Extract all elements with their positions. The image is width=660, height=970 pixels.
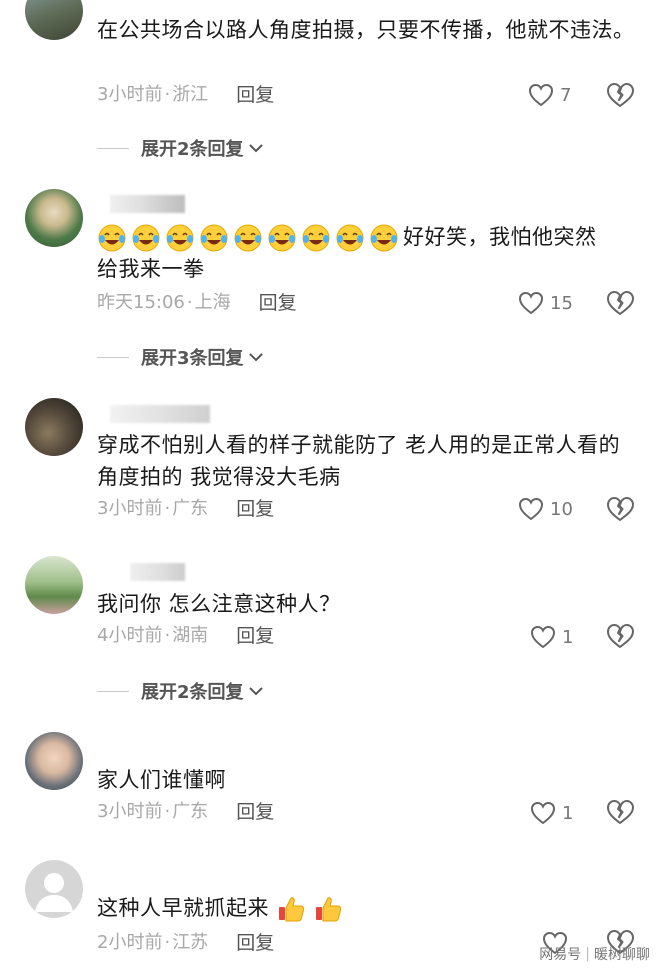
comment-location: 广东 xyxy=(172,498,209,519)
comment-text-line2: 给我来一拳 xyxy=(97,257,205,281)
expand-label: 展开2条回复 xyxy=(141,682,244,703)
comment-time: 4小时前 xyxy=(97,625,163,646)
like-count: 1 xyxy=(562,802,574,824)
comment-time: 3小时前 xyxy=(97,801,163,822)
watermark-divider: | xyxy=(585,946,590,962)
username-redacted xyxy=(130,563,185,581)
laugh-cry-emoji-icon xyxy=(98,224,126,252)
comment-text: 好好笑，我怕他突然 给我来一拳 xyxy=(97,221,637,285)
like-button[interactable]: 7 xyxy=(528,80,571,110)
emoji-row xyxy=(97,223,399,253)
avatar[interactable] xyxy=(25,732,83,790)
comment-time: 昨天15:06 xyxy=(97,292,185,313)
like-button[interactable]: 1 xyxy=(530,622,573,652)
reply-button[interactable]: 回复 xyxy=(236,81,274,109)
reply-button[interactable]: 回复 xyxy=(236,622,274,650)
like-count: 10 xyxy=(550,498,573,520)
like-button[interactable]: 10 xyxy=(518,494,573,524)
like-button[interactable]: 1 xyxy=(530,798,573,828)
heart-outline-icon xyxy=(530,625,556,649)
like-button[interactable]: 15 xyxy=(518,288,573,318)
expand-divider xyxy=(97,690,129,692)
laugh-cry-emoji-icon xyxy=(268,224,296,252)
comment-text-line1: 好好笑，我怕他突然 xyxy=(403,225,597,249)
avatar-default[interactable] xyxy=(25,860,83,918)
comment-meta: 昨天15:06 · 上海 回复 xyxy=(97,289,297,317)
expand-label: 展开2条回复 xyxy=(141,139,244,160)
comment-meta: 3小时前 · 广东 回复 xyxy=(97,495,274,523)
comment-location: 广东 xyxy=(172,801,209,822)
comment-text: 在公共场合以路人角度拍摄，只要不传播，他就不违法。 xyxy=(97,18,635,42)
comment-meta: 2小时前 · 江苏 回复 xyxy=(97,929,274,957)
meta-separator: · xyxy=(164,498,171,519)
broken-heart-icon[interactable] xyxy=(606,798,634,826)
comment-text: 家人们谁懂啊 xyxy=(97,768,226,792)
thumbs-up-emoji-icon xyxy=(316,897,342,922)
username-redacted xyxy=(110,195,185,213)
chevron-down-icon xyxy=(248,144,263,153)
laugh-cry-emoji-icon xyxy=(132,224,160,252)
laugh-cry-emoji-icon xyxy=(302,224,330,252)
laugh-cry-emoji-icon xyxy=(166,224,194,252)
expand-replies-button[interactable]: 展开2条回复 xyxy=(97,134,264,162)
comment-time: 3小时前 xyxy=(97,498,163,519)
avatar[interactable] xyxy=(25,398,83,456)
broken-heart-icon[interactable] xyxy=(606,495,634,523)
watermark-author: 暖树聊聊 xyxy=(594,947,650,963)
avatar[interactable] xyxy=(25,556,83,614)
comment-time: 3小时前 xyxy=(97,84,163,105)
avatar[interactable] xyxy=(25,189,83,247)
expand-replies-button[interactable]: 展开2条回复 xyxy=(97,677,264,705)
username-redacted xyxy=(110,405,210,423)
broken-heart-icon[interactable] xyxy=(606,81,634,109)
expand-label: 展开3条回复 xyxy=(141,348,244,369)
heart-outline-icon xyxy=(528,83,554,107)
comment-location: 湖南 xyxy=(172,625,209,646)
comment-time: 2小时前 xyxy=(97,932,163,953)
comment-meta: 3小时前 · 广东 回复 xyxy=(97,798,274,826)
expand-divider xyxy=(97,356,129,358)
reply-button[interactable]: 回复 xyxy=(236,495,274,523)
meta-separator: · xyxy=(164,801,171,822)
comment-text-body: 这种人早就抓起来 xyxy=(97,896,269,920)
meta-separator: · xyxy=(164,84,171,105)
reply-button[interactable]: 回复 xyxy=(236,798,274,826)
heart-outline-icon xyxy=(518,497,544,521)
avatar[interactable] xyxy=(25,0,83,40)
laugh-cry-emoji-icon xyxy=(200,224,228,252)
heart-outline-icon xyxy=(518,291,544,315)
watermark-source: 网易号 xyxy=(539,947,582,963)
comment-location: 浙江 xyxy=(172,84,209,105)
comment-text: 这种人早就抓起来 xyxy=(97,892,637,924)
comment-location: 江苏 xyxy=(172,932,209,953)
thumbs-up-emoji-icon xyxy=(279,897,305,922)
comment-meta: 4小时前 · 湖南 回复 xyxy=(97,622,274,650)
laugh-cry-emoji-icon xyxy=(336,224,364,252)
default-user-icon xyxy=(35,873,73,912)
laugh-cry-emoji-icon xyxy=(234,224,262,252)
chevron-down-icon xyxy=(248,353,263,362)
comment-location: 上海 xyxy=(194,292,231,313)
like-count: 7 xyxy=(560,84,572,106)
like-count: 1 xyxy=(562,626,574,648)
heart-outline-icon xyxy=(530,801,556,825)
comment-text: 穿成不怕别人看的样子就能防了 老人用的是正常人看的角度拍的 我觉得没大毛病 xyxy=(97,433,621,489)
laugh-cry-emoji-icon xyxy=(370,224,398,252)
reply-button[interactable]: 回复 xyxy=(236,929,274,957)
like-count: 15 xyxy=(550,292,573,314)
reply-button[interactable]: 回复 xyxy=(259,289,297,317)
meta-separator: · xyxy=(186,292,193,313)
broken-heart-icon[interactable] xyxy=(606,289,634,317)
meta-separator: · xyxy=(164,932,171,953)
broken-heart-icon[interactable] xyxy=(606,622,634,650)
comment-text: 我问你 怎么注意这种人？ xyxy=(97,592,341,616)
watermark: 网易号 | 暖树聊聊 xyxy=(539,944,650,964)
chevron-down-icon xyxy=(248,687,263,696)
comment-meta: 3小时前 · 浙江 回复 xyxy=(97,81,274,109)
expand-replies-button[interactable]: 展开3条回复 xyxy=(97,343,264,371)
meta-separator: · xyxy=(164,625,171,646)
expand-divider xyxy=(97,147,129,149)
